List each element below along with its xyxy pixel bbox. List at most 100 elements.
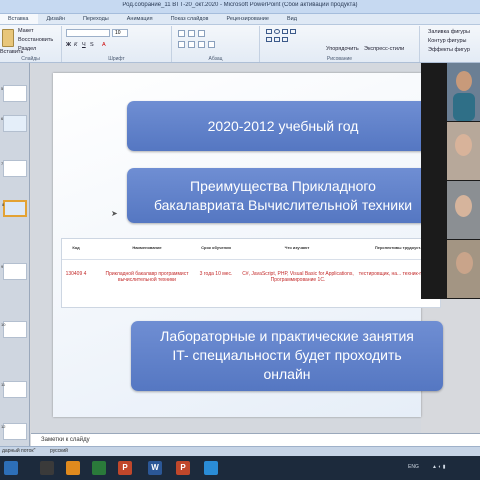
align-left-icon[interactable] [178, 41, 185, 48]
slides-group-label: Слайды [21, 56, 40, 62]
participant-face [455, 195, 472, 217]
taskbar: P W P ENG ▲ ◐ ▮ [0, 456, 480, 480]
triangle-shape-icon[interactable] [266, 37, 272, 42]
font-color-icon[interactable]: A [102, 42, 106, 48]
section-button[interactable]: Раздел [18, 46, 36, 52]
slide-number: 7 [1, 161, 4, 166]
advantages-line-1: Преимущества Прикладного [190, 178, 376, 194]
table-cell-name: Прикладной бакалавр программист вычислит… [105, 271, 189, 283]
align-center-icon[interactable] [188, 41, 195, 48]
numbering-icon[interactable] [188, 30, 195, 37]
participant-video[interactable] [447, 240, 480, 298]
justify-icon[interactable] [208, 41, 215, 48]
bold-icon[interactable]: Ж [66, 42, 71, 48]
shape-outline-button[interactable]: Контур фигуры [428, 38, 466, 44]
paste-icon[interactable] [2, 29, 14, 47]
restore-button[interactable]: Восстановить [18, 37, 53, 43]
star-shape-icon[interactable] [274, 37, 280, 42]
slide-number: 9 [1, 264, 4, 269]
tab-review[interactable]: Рецензирование [218, 14, 278, 24]
school-year-box[interactable]: 2020-2012 учебный год [127, 101, 439, 151]
slide-number: 11 [1, 382, 6, 387]
word-icon[interactable]: W [148, 461, 162, 475]
slide-thumbnail[interactable]: 9 [1, 263, 27, 280]
tab-insert[interactable]: Вставка [0, 14, 39, 24]
indent-icon[interactable] [198, 30, 205, 37]
shape-fill-button[interactable]: Заливка фигуры [428, 29, 470, 35]
slide-number: 8 [2, 202, 5, 207]
powerpoint-icon-2[interactable]: P [176, 461, 190, 475]
table-header: Срок обучения [201, 245, 231, 250]
tab-slideshow[interactable]: Показ слайдов [163, 14, 219, 24]
online-line-2: IT- специальности будет проходить [172, 347, 402, 363]
table-header: Код [72, 245, 80, 250]
shape-effects-button[interactable]: Эффекты фигур [428, 47, 470, 53]
quick-styles-button[interactable]: Экспресс-стили [364, 46, 404, 52]
font-size-combo[interactable]: 10 [112, 29, 128, 37]
participant-video[interactable] [447, 122, 480, 180]
slide-thumbnail[interactable]: 6 [1, 115, 27, 132]
start-icon[interactable] [4, 461, 18, 475]
participant-video[interactable] [447, 181, 480, 239]
participant-face [456, 71, 472, 91]
font-size-value: 10 [115, 30, 121, 36]
media-icon[interactable] [92, 461, 106, 475]
network-icon[interactable]: ▲ ◐ ▮ [432, 464, 446, 470]
slide-number: 12 [1, 424, 6, 429]
windows-app-icon[interactable] [40, 461, 54, 475]
tab-transitions[interactable]: Переходы [75, 14, 119, 24]
table-cell-subjects: C#, JavaScript, PHP, Visual Basic for Ap… [242, 271, 354, 283]
online-classes-box[interactable]: Лабораторные и практические занятия IT- … [131, 321, 443, 391]
align-right-icon[interactable] [198, 41, 205, 48]
callout-shape-icon[interactable] [282, 37, 288, 42]
oval-shape-icon[interactable] [274, 29, 280, 34]
font-name-combo[interactable] [66, 29, 110, 37]
mouse-cursor-icon: ➤ [111, 209, 118, 218]
slide-thumbnail-selected[interactable]: 8 [2, 200, 27, 217]
window-title: Род.собрание_11 ВТТ-20_окт.2020 - Micros… [122, 2, 358, 8]
tab-view[interactable]: Вид [279, 14, 307, 24]
italic-icon[interactable]: К [74, 42, 77, 48]
notes-pane[interactable]: Заметки к слайду [31, 433, 480, 446]
language-indicator[interactable]: русский [50, 448, 68, 454]
advantages-line-2: бакалавриата Вычислительной техники [153, 197, 413, 213]
participant-body [453, 93, 475, 121]
program-table[interactable]: Код Наименование Срок обучения Что изуча… [61, 238, 441, 308]
ribbon-tabs: Вставка Дизайн Переходы Анимация Показ с… [0, 14, 480, 25]
current-slide[interactable]: 2020-2012 учебный год Преимущества Прикл… [53, 73, 443, 417]
notes-placeholder: Заметки к слайду [41, 437, 90, 443]
online-line-3: онлайн [263, 366, 311, 382]
advantages-box[interactable]: Преимущества Прикладного бакалавриата Вы… [127, 168, 439, 223]
slide-thumbnail[interactable]: 10 [1, 321, 27, 338]
participant-video[interactable] [447, 63, 480, 121]
slide-thumbnail[interactable]: 11 [1, 381, 27, 398]
ribbon: Вставить Макет Восстановить Раздел Слайд… [0, 25, 480, 63]
font-group: 10 Ж К Ч S A Шрифт [62, 26, 172, 62]
rectangle-shape-icon[interactable] [266, 29, 272, 34]
bullets-icon[interactable] [178, 30, 185, 37]
table-header: Что изучают [284, 245, 310, 250]
table-divider [62, 259, 440, 260]
arrange-button[interactable]: Упорядочить [326, 46, 359, 52]
line-shape-icon[interactable] [290, 29, 296, 34]
participant-face [455, 134, 472, 156]
slide-number: 6 [1, 116, 4, 121]
tab-animation[interactable]: Анимация [119, 14, 163, 24]
slide-thumbnail[interactable]: 7 [1, 160, 27, 177]
tab-design[interactable]: Дизайн [38, 14, 75, 24]
layout-button[interactable]: Макет [18, 28, 34, 34]
status-bar: дарный поток" русский [0, 446, 480, 456]
underline-icon[interactable]: Ч [82, 42, 86, 48]
table-cell-term: 3 года 10 мес. [199, 271, 233, 277]
table-header: Наименование [132, 245, 162, 250]
keyboard-layout[interactable]: ENG [408, 464, 419, 470]
theme-name: дарный поток" [2, 448, 36, 454]
arrow-shape-icon[interactable] [282, 29, 288, 34]
zoom-icon[interactable] [204, 461, 218, 475]
powerpoint-icon[interactable]: P [118, 461, 132, 475]
folder-icon[interactable] [66, 461, 80, 475]
slide-editor: 2020-2012 учебный год Преимущества Прикл… [31, 63, 443, 433]
slide-thumbnail[interactable]: 12 [1, 423, 27, 440]
strikethrough-icon[interactable]: S [90, 42, 94, 48]
slide-thumbnail[interactable]: 5 [1, 85, 27, 102]
